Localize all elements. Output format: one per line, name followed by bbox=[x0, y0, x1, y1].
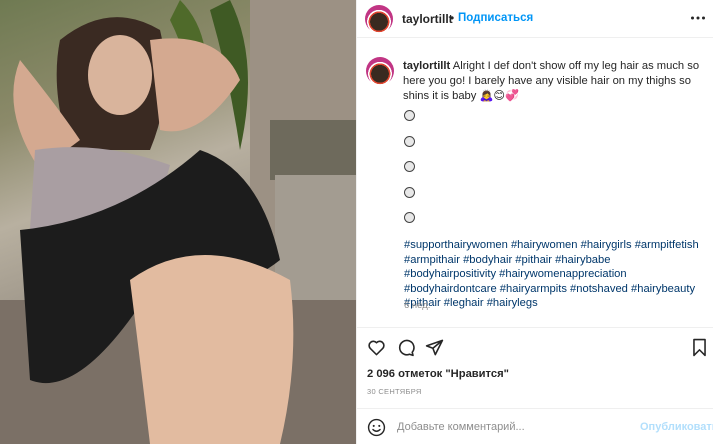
circle-emoji bbox=[404, 186, 415, 198]
separator-dot: • bbox=[450, 11, 455, 25]
publish-button[interactable]: Опубликовать bbox=[640, 421, 713, 433]
photo-illustration bbox=[0, 0, 356, 444]
heart-icon[interactable] bbox=[367, 338, 386, 357]
caption-avatar[interactable] bbox=[366, 57, 394, 85]
circle-emoji bbox=[404, 212, 415, 223]
post-date[interactable]: 30 СЕНТЯБРЯ bbox=[367, 387, 422, 396]
action-bar bbox=[357, 327, 713, 367]
circle-emoji bbox=[404, 135, 415, 147]
post-header: taylortillt • Подписаться bbox=[357, 0, 713, 38]
bookmark-icon[interactable] bbox=[690, 338, 709, 357]
time-ago[interactable]: 6 нед. bbox=[404, 300, 430, 311]
comment-input[interactable] bbox=[397, 418, 617, 436]
username-link[interactable]: taylortillt bbox=[402, 12, 453, 26]
hashtags[interactable]: #supporthairywomen #hairywomen #hairygir… bbox=[404, 238, 704, 311]
post-photo[interactable] bbox=[0, 0, 356, 444]
share-icon[interactable] bbox=[425, 338, 444, 357]
avatar[interactable] bbox=[365, 5, 393, 33]
likes-count[interactable]: 2 096 отметок "Нравится" bbox=[367, 368, 509, 380]
comment-form: Опубликовать bbox=[357, 408, 713, 444]
circle-emoji bbox=[404, 161, 415, 172]
circle-list bbox=[404, 110, 415, 238]
smile-icon[interactable] bbox=[367, 418, 386, 437]
comment-icon[interactable] bbox=[396, 338, 415, 357]
follow-button[interactable]: Подписаться bbox=[458, 12, 533, 24]
caption-username[interactable]: taylortillt bbox=[403, 60, 450, 72]
post-panel: taylortillt • Подписаться taylortillt Al… bbox=[356, 0, 713, 444]
caption: taylortillt Alright I def don't show off… bbox=[403, 59, 708, 104]
caption-area: taylortillt Alright I def don't show off… bbox=[357, 39, 713, 326]
circle-emoji bbox=[404, 110, 415, 121]
more-icon[interactable] bbox=[690, 10, 706, 26]
